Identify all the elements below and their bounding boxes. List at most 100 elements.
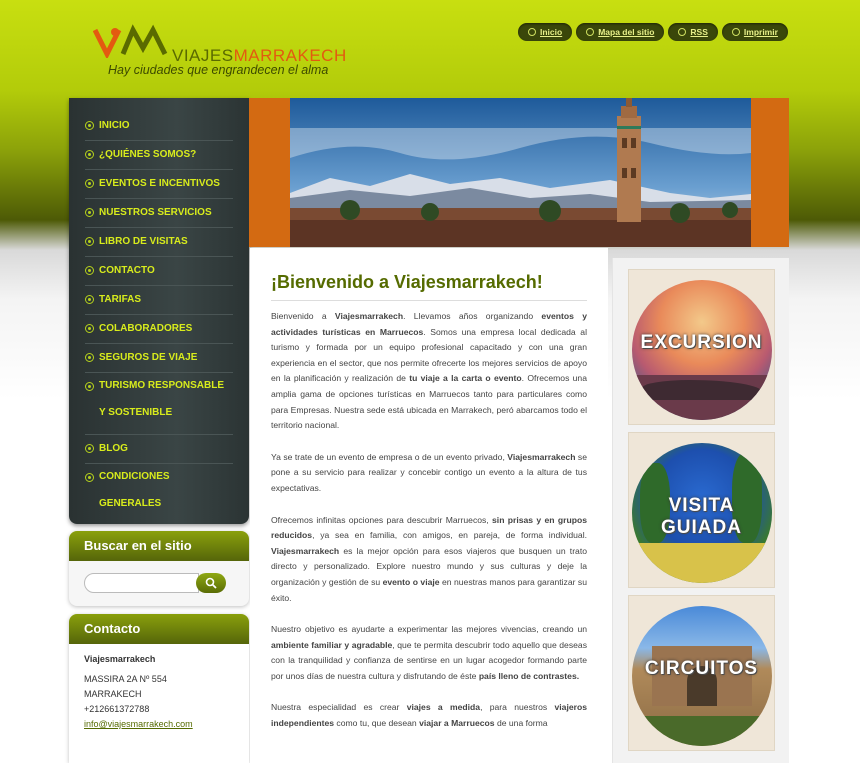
paragraph-3: Ofrecemos infinitas opciones para descub… [271,513,587,607]
menu-item-label: CONDICIONES GENERALES [99,471,170,509]
bullet-icon [85,266,94,275]
paragraph-5: Nuestra especialidad es crear viajes a m… [271,700,587,731]
bold-phrase: viajar a Marruecos [419,718,495,729]
menu-item-label: ¿QUIÉNES SOMOS? [99,149,197,160]
menu-item-label: TARIFAS [99,294,142,305]
nav-label: Mapa del sitio [598,27,655,37]
text-run: Nuestro objetivo es ayudarte a experimen… [271,624,587,635]
paragraph-2: Ya se trate de un evento de empresa o de… [271,450,587,497]
tile-label-line1: VISITA [668,495,735,516]
page-title: ¡Bienvenido a Viajesmarrakech! [271,272,543,292]
search-panel-title: Buscar en el sitio [69,531,249,561]
contact-phone: +212661372788 [84,704,150,714]
top-nav: Inicio Mapa del sitio RSS Imprimir [518,23,788,41]
menu-item-turismo-responsable[interactable]: TURISMO RESPONSABLE Y SOSTENIBLE [85,373,233,435]
bullet-icon [85,121,94,130]
menu-item-contacto[interactable]: CONTACTO [85,257,233,286]
menu-item-label: CONTACTO [99,265,155,276]
tagline: Hay ciudades que engrandecen el alma [108,63,329,77]
text-run: Ofrecemos infinitas opciones para descub… [271,514,493,525]
contact-address-line2: MARRAKECH [84,689,142,699]
print-icon [731,28,740,36]
menu-item-label: TURISMO RESPONSABLE Y SOSTENIBLE [99,380,225,418]
menu-item-inicio[interactable]: INICIO [85,112,233,141]
text-run: , para nuestros [480,702,555,713]
bullet-icon [85,444,94,453]
text-run: de una forma [494,718,548,729]
search-row [84,573,249,593]
tile-label: EXCURSION [640,332,763,353]
bold-phrase: Viajesmarrakech [271,545,340,556]
nav-mapa-del-sitio[interactable]: Mapa del sitio [576,23,665,41]
bullet-icon [85,473,94,482]
text-run: Ya se trate de un evento de empresa o de… [271,451,508,462]
bold-phrase: país lleno de contrastes. [478,670,580,681]
bold-phrase: Viajesmarrakech [507,451,576,462]
menu-item-tarifas[interactable]: TARIFAS [85,286,233,315]
menu-item-colaboradores[interactable]: COLABORADORES [85,315,233,344]
text-run: Bienvenido a [271,311,335,321]
text-run: como tu, que desean [334,718,420,729]
main-content: ¡Bienvenido a Viajesmarrakech! Bienvenid… [250,248,608,763]
menu-item-condiciones[interactable]: CONDICIONES GENERALES [85,464,233,525]
menu-item-quienes-somos[interactable]: ¿QUIÉNES SOMOS? [85,141,233,170]
contact-email-link[interactable]: info@viajesmarrakech.com [84,717,234,732]
contact-address-line1: MASSIRA 2A Nº 554 [84,674,167,684]
promo-excursion[interactable]: EXCURSION [628,269,775,425]
tile-label: VISITA GUIADA [629,495,774,539]
tile-label: CIRCUITOS [644,658,759,679]
menu-item-label: INICIO [99,120,130,131]
contact-panel-title: Contacto [69,614,249,644]
menu-item-servicios[interactable]: NUESTROS SERVICIOS [85,199,233,228]
bullet-icon [85,353,94,362]
title-divider [271,300,587,301]
sitemap-icon [586,28,595,36]
paragraph-4: Nuestro objetivo es ayudarte a experimen… [271,622,587,684]
koutoubia-photo [290,98,751,247]
promo-circuitos[interactable]: CIRCUITOS [628,595,775,751]
menu-item-label: LIBRO DE VISITAS [99,236,188,247]
search-panel: Buscar en el sitio [69,531,249,606]
promo-visita-guiada[interactable]: VISITA GUIADA [628,432,775,588]
search-input[interactable] [84,573,199,593]
bold-phrase: ambiente familiar y agradable [271,639,393,650]
menu-item-label: COLABORADORES [99,323,193,334]
menu-item-libro-visitas[interactable]: LIBRO DE VISITAS [85,228,233,257]
tile-label-line2: GUIADA [661,517,742,538]
contact-name: Viajesmarrakech [84,654,156,664]
menu-item-blog[interactable]: BLOG [85,435,233,464]
promo-column: EXCURSION VISITA GUIADA CIRCUITOS [612,258,789,763]
main-menu: INICIO ¿QUIÉNES SOMOS? EVENTOS E INCENTI… [69,98,249,524]
contact-panel: Contacto Viajesmarrakech MASSIRA 2A Nº 5… [69,614,249,763]
nav-inicio[interactable]: Inicio [518,23,573,41]
site-logo[interactable]: VIAJESMARRAKECH Hay ciudades que engrand… [93,22,353,82]
text-run: . Llevamos años organizando [403,311,542,321]
nav-label: Imprimir [743,27,778,37]
bullet-icon [85,237,94,246]
bullet-icon [85,179,94,188]
nav-imprimir[interactable]: Imprimir [721,23,788,41]
text-run: , ya sea en familia, con amigos, en pare… [312,530,587,541]
bold-phrase: viajes a medida [406,702,481,713]
menu-item-label: EVENTOS E INCENTIVOS [99,178,220,189]
search-button[interactable] [196,573,226,593]
menu-item-eventos[interactable]: EVENTOS E INCENTIVOS [85,170,233,199]
menu-item-label: SEGUROS DE VIAJE [99,352,198,363]
bold-phrase: Viajesmarrakech [334,311,404,321]
search-icon [205,577,217,589]
nav-rss[interactable]: RSS [668,23,718,41]
rss-icon [678,28,687,36]
bullet-icon [85,382,94,391]
logo-mark-icon [93,24,168,58]
nav-label: Inicio [540,27,563,37]
welcome-text: Bienvenido a Viajesmarrakech. Llevamos a… [271,309,587,748]
menu-item-seguros[interactable]: SEGUROS DE VIAJE [85,344,233,373]
paragraph-1: Bienvenido a Viajesmarrakech. Llevamos a… [271,309,587,434]
nav-label: RSS [690,27,708,37]
menu-item-label: BLOG [99,443,128,454]
text-run: Nuestra especialidad es crear [271,702,407,713]
bold-phrase: tu viaje a la carta o evento [409,373,522,384]
menu-item-label: NUESTROS SERVICIOS [99,207,212,218]
home-icon [528,28,536,36]
bullet-icon [85,295,94,304]
